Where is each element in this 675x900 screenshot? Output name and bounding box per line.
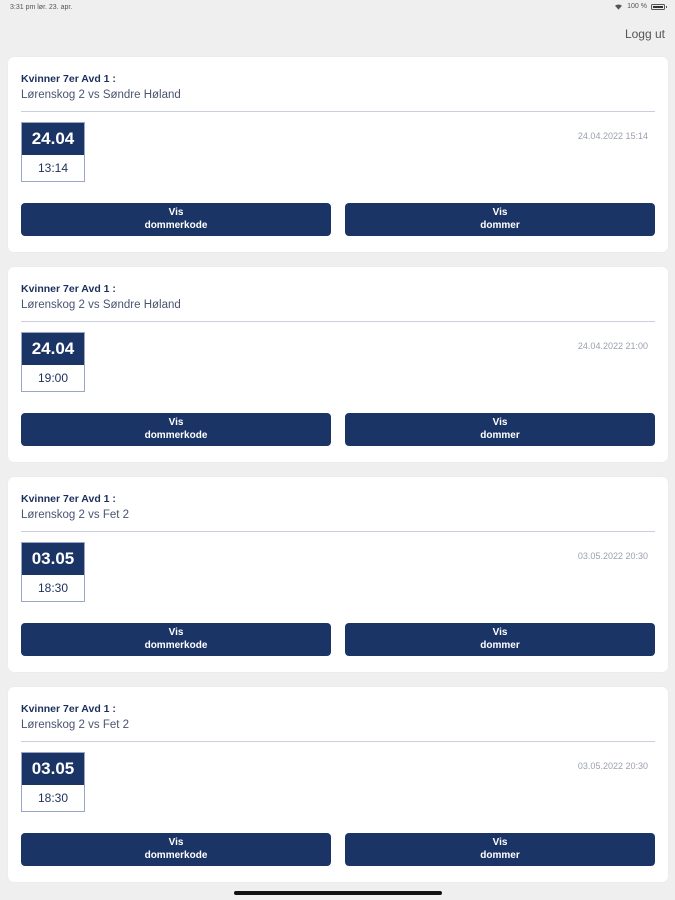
status-right: 100 % [614,3,667,10]
match-date: 03.05 [22,543,84,575]
status-time-date: 3:31 pm lør. 23. apr. [10,4,73,11]
button-line: Vis [492,417,508,428]
divider [21,321,655,322]
league-label: Kvinner 7er Avd 1 : [21,283,116,295]
date-time-box: 24.04 13:14 [21,122,85,182]
match-time: 13:14 [37,161,69,175]
button-line: dommer [480,219,520,231]
button-line: Vis [492,837,508,848]
logout-button[interactable]: Logg ut [625,27,665,41]
button-line: dommerkode [144,639,208,651]
league-label: Kvinner 7er Avd 1 : [21,703,116,715]
match-date: 24.04 [22,333,84,365]
button-line: dommer [480,429,520,441]
end-timestamp: 24.04.2022 15:14 [577,131,648,141]
teams-label: Lørenskog 2 vs Søndre Høland [21,89,181,101]
match-card: Kvinner 7er Avd 1 : Lørenskog 2 vs Søndr… [8,267,668,462]
home-indicator[interactable] [234,891,442,895]
show-referee-code-button[interactable]: Vis dommerkode [21,413,331,446]
button-line: dommerkode [144,849,208,861]
show-referee-button[interactable]: Vis dommer [345,413,655,446]
date-time-box: 03.05 18:30 [21,752,85,812]
end-timestamp: 24.04.2022 21:00 [577,341,648,351]
match-time: 18:30 [37,581,69,595]
match-card: Kvinner 7er Avd 1 : Lørenskog 2 vs Fet 2… [8,477,668,672]
battery-icon [651,3,667,10]
teams-label: Lørenskog 2 vs Fet 2 [21,719,130,731]
show-referee-button[interactable]: Vis dommer [345,203,655,236]
teams-label: Lørenskog 2 vs Søndre Høland [21,299,181,311]
divider [21,531,655,532]
date-time-box: 03.05 18:30 [21,542,85,602]
match-card: Kvinner 7er Avd 1 : Lørenskog 2 vs Fet 2… [8,687,668,882]
button-line: Vis [492,627,508,638]
match-date: 03.05 [22,753,84,785]
button-line: Vis [168,417,184,428]
button-line: dommer [480,639,520,651]
status-bar: 3:31 pm lør. 23. apr. 100 % [0,0,675,16]
match-card: Kvinner 7er Avd 1 : Lørenskog 2 vs Søndr… [8,57,668,252]
button-line: dommer [480,849,520,861]
battery-percent: 100 % [627,3,647,10]
show-referee-code-button[interactable]: Vis dommerkode [21,833,331,866]
button-line: dommerkode [144,429,208,441]
show-referee-code-button[interactable]: Vis dommerkode [21,203,331,236]
wifi-icon [615,4,623,10]
match-date: 24.04 [22,123,84,155]
league-label: Kvinner 7er Avd 1 : [21,73,116,85]
match-time: 19:00 [37,371,69,385]
end-timestamp: 03.05.2022 20:30 [577,551,648,561]
button-line: Vis [168,627,184,638]
match-list: Kvinner 7er Avd 1 : Lørenskog 2 vs Søndr… [8,57,668,897]
divider [21,111,655,112]
end-timestamp: 03.05.2022 20:30 [577,761,648,771]
teams-label: Lørenskog 2 vs Fet 2 [21,509,130,521]
show-referee-button[interactable]: Vis dommer [345,623,655,656]
button-line: Vis [168,207,184,218]
league-label: Kvinner 7er Avd 1 : [21,493,116,505]
date-time-box: 24.04 19:00 [21,332,85,392]
divider [21,741,655,742]
button-line: Vis [492,207,508,218]
button-line: Vis [168,837,184,848]
show-referee-button[interactable]: Vis dommer [345,833,655,866]
button-line: dommerkode [144,219,208,231]
match-time: 18:30 [37,791,69,805]
show-referee-code-button[interactable]: Vis dommerkode [21,623,331,656]
